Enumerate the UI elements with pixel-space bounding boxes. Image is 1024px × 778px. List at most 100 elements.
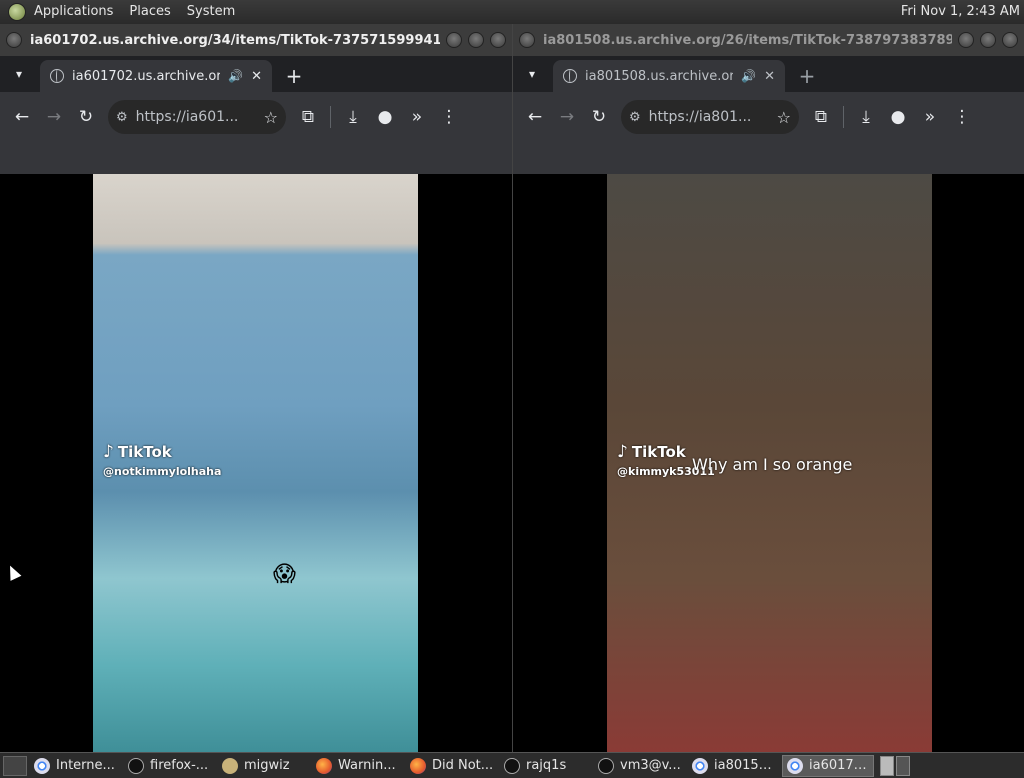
tab-strip: ▾ ia601702.us.archive.org/3 🔊 ✕ +	[0, 56, 512, 92]
page-content: ♪ TikTok @notkimmylolhaha 😱	[0, 174, 512, 752]
toolbar-divider	[843, 106, 844, 128]
browser-window-left: ia601702.us.archive.org/34/items/TikTok-…	[0, 24, 512, 752]
close-window-button[interactable]	[1002, 32, 1018, 48]
tab-strip: ▾ ia801508.us.archive.org/ 🔊 ✕ +	[513, 56, 1024, 92]
back-button[interactable]: ←	[519, 101, 551, 133]
taskbar-item-label: firefox-...	[150, 758, 209, 773]
window-titlebar[interactable]: ia801508.us.archive.org/26/items/TikTok-…	[513, 24, 1024, 56]
terminal-icon	[598, 757, 614, 774]
workspace-1[interactable]	[880, 755, 894, 776]
minimize-button[interactable]	[958, 32, 974, 48]
show-desktop-button[interactable]	[3, 755, 27, 776]
globe-icon	[50, 69, 64, 83]
new-tab-button[interactable]: +	[793, 62, 821, 90]
bookmark-star-icon[interactable]: ☆	[264, 108, 278, 127]
site-info-icon[interactable]: ⚙	[116, 110, 128, 125]
url-text: https://ia801...	[648, 109, 752, 125]
workspace-switcher[interactable]	[880, 755, 910, 776]
system-menu[interactable]: System	[179, 0, 243, 24]
chrome-icon	[692, 757, 708, 774]
close-window-button[interactable]	[490, 32, 506, 48]
reload-button[interactable]: ↻	[70, 101, 102, 133]
taskbar-item[interactable]: migwiz	[218, 755, 310, 777]
menu-kebab-icon[interactable]: ⋮	[946, 101, 978, 133]
window-menu-button[interactable]	[6, 32, 22, 48]
infobar	[0, 142, 512, 178]
gnome-foot-icon[interactable]	[8, 3, 26, 21]
speaker-icon[interactable]: 🔊	[741, 69, 756, 83]
address-bar[interactable]: ⚙ https://ia601... ☆	[108, 100, 286, 134]
infobar	[513, 142, 1024, 178]
overflow-chevron-icon[interactable]: »	[401, 101, 433, 133]
clock[interactable]: Fri Nov 1, 2:43 AM	[901, 0, 1020, 24]
tab-title: ia601702.us.archive.org/3	[72, 68, 221, 84]
toolbar-divider	[330, 106, 331, 128]
tab-title: ia801508.us.archive.org/	[585, 68, 734, 84]
browser-tab[interactable]: ia601702.us.archive.org/3 🔊 ✕	[40, 60, 272, 92]
workspace-2[interactable]	[896, 755, 910, 776]
taskbar-item-active[interactable]: ia60170...	[782, 754, 874, 777]
forward-button[interactable]: →	[551, 101, 583, 133]
menu-kebab-icon[interactable]: ⋮	[433, 101, 465, 133]
firefox-icon	[316, 757, 332, 774]
window-title: ia601702.us.archive.org/34/items/TikTok-…	[30, 32, 440, 48]
bookmark-star-icon[interactable]: ☆	[777, 108, 791, 127]
taskbar-item[interactable]: rajq1s	[500, 755, 592, 777]
taskbar: Interne... firefox-... migwiz Warnin... …	[0, 752, 1024, 778]
tab-search-button[interactable]: ▾	[519, 61, 545, 87]
address-bar[interactable]: ⚙ https://ia801... ☆	[621, 100, 799, 134]
taskbar-item-label: migwiz	[244, 758, 290, 773]
places-menu[interactable]: Places	[121, 0, 178, 24]
tiktok-logo-icon: ♪	[103, 442, 114, 462]
firefox-icon	[410, 757, 426, 774]
close-tab-icon[interactable]: ✕	[764, 69, 775, 84]
taskbar-item-label: Did Not...	[432, 758, 494, 773]
close-tab-icon[interactable]: ✕	[251, 69, 262, 84]
browser-tab[interactable]: ia801508.us.archive.org/ 🔊 ✕	[553, 60, 785, 92]
extensions-icon[interactable]: ⧉	[292, 101, 324, 133]
video-caption: Why am I so orange	[692, 455, 853, 474]
window-title: ia801508.us.archive.org/26/items/TikTok-…	[543, 32, 952, 48]
url-text: https://ia601...	[135, 109, 239, 125]
browser-window-right: ia801508.us.archive.org/26/items/TikTok-…	[512, 24, 1024, 752]
scream-emoji: 😱	[273, 562, 296, 587]
taskbar-item[interactable]: vm3@v...	[594, 755, 686, 777]
new-tab-button[interactable]: +	[280, 62, 308, 90]
overflow-chevron-icon[interactable]: »	[914, 101, 946, 133]
top-panel: Applications Places System Fri Nov 1, 2:…	[0, 0, 1024, 24]
chrome-icon	[34, 757, 50, 774]
taskbar-item[interactable]: Did Not...	[406, 755, 498, 777]
download-icon[interactable]: ⤓	[850, 101, 882, 133]
maximize-button[interactable]	[980, 32, 996, 48]
taskbar-item-label: ia60170...	[809, 758, 869, 773]
forward-button[interactable]: →	[38, 101, 70, 133]
tiktok-watermark: ♪ TikTok @notkimmylolhaha	[103, 442, 221, 478]
speaker-icon[interactable]: 🔊	[228, 69, 243, 83]
site-info-icon[interactable]: ⚙	[629, 110, 641, 125]
taskbar-item[interactable]: Warnin...	[312, 755, 404, 777]
video-player[interactable]: ♪ TikTok @notkimmylolhaha 😱	[93, 174, 418, 752]
terminal-icon	[128, 757, 144, 774]
back-button[interactable]: ←	[6, 101, 38, 133]
profile-icon[interactable]: ●	[882, 101, 914, 133]
video-player[interactable]: ♪ TikTok @kimmyk53011 Why am I so orange	[607, 174, 932, 752]
minimize-button[interactable]	[446, 32, 462, 48]
taskbar-item[interactable]: ia80150...	[688, 755, 780, 777]
applications-menu[interactable]: Applications	[26, 0, 121, 24]
taskbar-item-label: rajq1s	[526, 758, 567, 773]
window-menu-button[interactable]	[519, 32, 535, 48]
profile-icon[interactable]: ●	[369, 101, 401, 133]
taskbar-item[interactable]: Interne...	[30, 755, 122, 777]
taskbar-item-label: Warnin...	[338, 758, 396, 773]
tab-search-button[interactable]: ▾	[6, 61, 32, 87]
maximize-button[interactable]	[468, 32, 484, 48]
taskbar-item-label: vm3@v...	[620, 758, 681, 773]
download-icon[interactable]: ⤓	[337, 101, 369, 133]
taskbar-item[interactable]: firefox-...	[124, 755, 216, 777]
window-titlebar[interactable]: ia601702.us.archive.org/34/items/TikTok-…	[0, 24, 512, 56]
watermark-brand: TikTok	[117, 443, 172, 461]
tiktok-logo-icon: ♪	[617, 442, 628, 462]
folder-icon	[222, 757, 238, 774]
extensions-icon[interactable]: ⧉	[805, 101, 837, 133]
reload-button[interactable]: ↻	[583, 101, 615, 133]
